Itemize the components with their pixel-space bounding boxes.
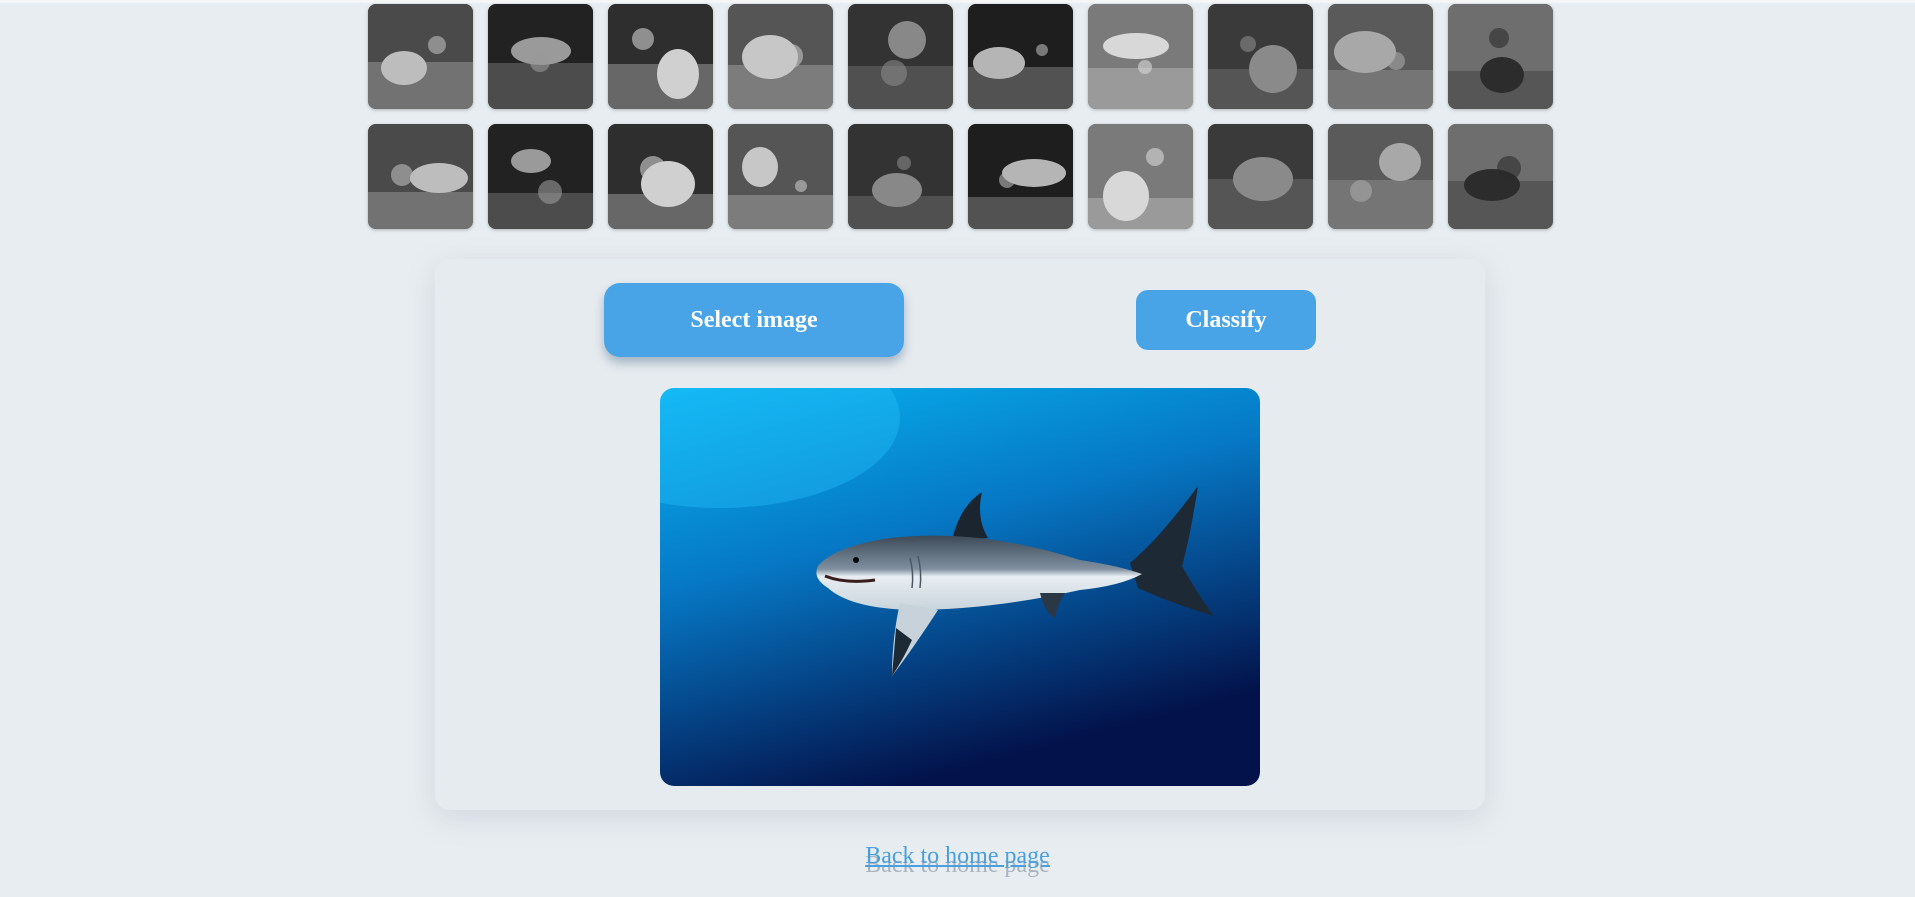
classifier-panel: Select image Classify — [435, 259, 1485, 810]
thumbnail-pufferfish[interactable] — [1448, 4, 1553, 109]
thumbnail-coral-reef[interactable] — [368, 4, 473, 109]
thumbnail-lobster[interactable] — [1088, 4, 1193, 109]
thumbnail-angelfish[interactable] — [848, 4, 953, 109]
thumbnail-shark[interactable] — [968, 124, 1073, 229]
gallery-row — [368, 124, 1554, 229]
thumbnail-dolphins[interactable] — [608, 4, 713, 109]
thumbnail-sea-lion-pup[interactable] — [728, 4, 833, 109]
top-border — [0, 0, 1915, 3]
thumbnail-jellyfish[interactable] — [968, 4, 1073, 109]
thumbnail-sea-turtle[interactable] — [728, 124, 833, 229]
thumbnail-shrimp[interactable] — [1088, 124, 1193, 229]
image-preview — [660, 388, 1260, 786]
thumbnail-seahorse[interactable] — [368, 124, 473, 229]
thumbnail-squid[interactable] — [1208, 124, 1313, 229]
back-to-home-link[interactable]: Back to home page — [0, 843, 1915, 870]
footer: Back to home page Back to home page — [0, 840, 1915, 890]
thumbnail-gallery — [368, 4, 1554, 244]
thumbnail-otter-on-rock[interactable] — [1208, 4, 1313, 109]
thumbnail-crab[interactable] — [488, 4, 593, 109]
gallery-row — [368, 4, 1554, 109]
thumbnail-seal-portrait[interactable] — [1328, 4, 1433, 109]
select-image-button[interactable]: Select image — [604, 283, 904, 357]
thumbnail-sea-urchin[interactable] — [848, 124, 953, 229]
back-to-home-label: Back to home page — [865, 843, 1050, 869]
thumbnail-sea-lion[interactable] — [488, 124, 593, 229]
thumbnail-stingray[interactable] — [608, 124, 713, 229]
thumbnail-whale[interactable] — [1448, 124, 1553, 229]
shark-photo — [660, 388, 1260, 786]
thumbnail-starfish[interactable] — [1328, 124, 1433, 229]
classify-button[interactable]: Classify — [1136, 290, 1316, 350]
